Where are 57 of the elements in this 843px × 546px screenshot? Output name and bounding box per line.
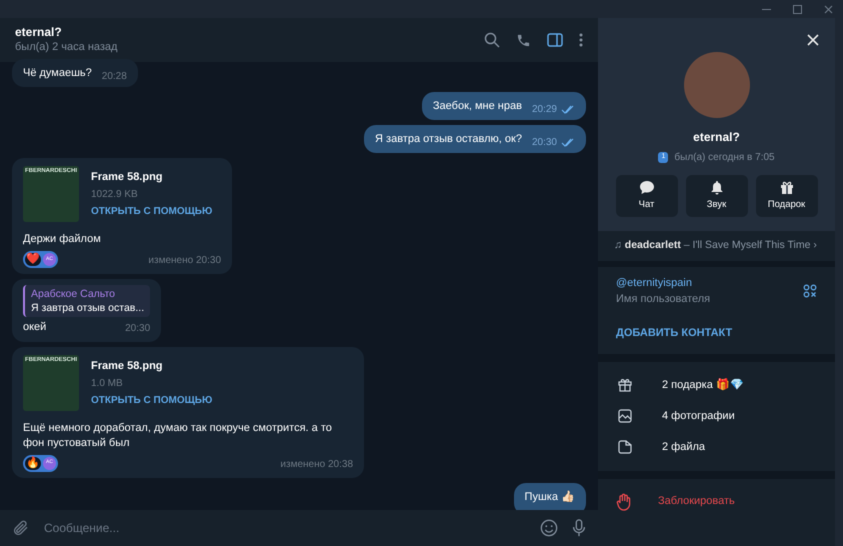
speech-bubble-icon: [638, 180, 654, 195]
profile-action-button[interactable]: Чат: [616, 175, 678, 217]
reply-quote[interactable]: Арабское Сальто Я завтра отзыв остав...: [23, 285, 150, 317]
username[interactable]: @eternityispain: [616, 275, 803, 291]
block-user-button[interactable]: Заблокировать: [658, 493, 735, 510]
maximize-icon[interactable]: [793, 4, 802, 14]
message-time: изменено 20:30: [148, 254, 221, 268]
add-contact-button[interactable]: ДОБАВИТЬ КОНТАКТ: [616, 325, 732, 342]
paperclip-icon[interactable]: [12, 519, 30, 537]
emoji-icon[interactable]: [540, 519, 558, 537]
minimize-icon[interactable]: [762, 8, 771, 10]
message-text: Держи файлом: [23, 232, 102, 247]
file-name: Frame 58.png: [91, 170, 164, 185]
profile-action-button[interactable]: Звук: [686, 175, 748, 217]
message-text: Я завтра отзыв оставлю, ок?: [375, 132, 522, 147]
profile-action-button[interactable]: Подарок: [756, 175, 818, 217]
message-input[interactable]: Сообщение...: [44, 519, 526, 537]
image-icon: [618, 409, 632, 423]
message-time: 20:29: [532, 103, 557, 117]
message-text: Чё думаешь?: [23, 66, 92, 81]
file-name: Frame 58.png: [91, 358, 164, 374]
message-time: 20:30: [125, 322, 150, 336]
file-icon: [618, 440, 632, 454]
reaction-emoji: 🔥: [25, 456, 41, 470]
file-size: 1022.9 KB: [91, 188, 139, 202]
gift-icon: [618, 378, 632, 392]
phone-icon[interactable]: [516, 32, 531, 48]
username-caption: Имя пользователя: [616, 292, 712, 307]
hand-icon[interactable]: [616, 492, 632, 510]
profile-name: eternal?: [693, 129, 740, 146]
more-icon[interactable]: [579, 33, 583, 47]
media-list-item[interactable]: 4 фотографии: [598, 400, 835, 432]
side-panel-icon[interactable]: [547, 33, 563, 47]
qr-code-icon[interactable]: [803, 284, 817, 298]
open-with-link[interactable]: ОТКРЫТЬ С ПОМОЩЬЮ: [91, 204, 212, 219]
media-list-item[interactable]: 2 подарка 🎁💎: [598, 370, 835, 400]
microphone-icon[interactable]: [572, 519, 586, 537]
message-time: изменено 20:38: [280, 458, 353, 472]
open-with-link[interactable]: ОТКРЫТЬ С ПОМОЩЬЮ: [91, 392, 212, 408]
message-composer-bar[interactable]: Сообщение...: [0, 510, 598, 546]
gift-icon: [780, 180, 794, 195]
file-size: 1.0 MB: [91, 376, 124, 390]
message-text: Ещё немного доработал, думаю так покруче смотрится. а то фон пустоватый был: [23, 420, 333, 450]
last-seen-status: был(а) сегодня в 7:05: [674, 151, 775, 165]
reply-text: Я завтра отзыв остав...: [31, 301, 144, 315]
bell-icon: [710, 180, 724, 195]
last-seen-status: был(а) 2 часа назад: [15, 40, 118, 55]
reply-author: Арабское Сальто: [31, 287, 116, 301]
search-icon[interactable]: [484, 32, 500, 48]
reaction-emoji: ❤: [25, 253, 41, 266]
message-text: Заебок, мне нрав: [432, 99, 522, 114]
chat-title: eternal?: [15, 25, 63, 40]
message-time: 20:30: [532, 136, 557, 150]
media-list-item[interactable]: 2 файла: [598, 432, 835, 462]
message-text: окей: [23, 320, 46, 335]
message-time: 20:28: [102, 70, 127, 84]
message-text: Пушка 👍🏻: [524, 490, 575, 504]
